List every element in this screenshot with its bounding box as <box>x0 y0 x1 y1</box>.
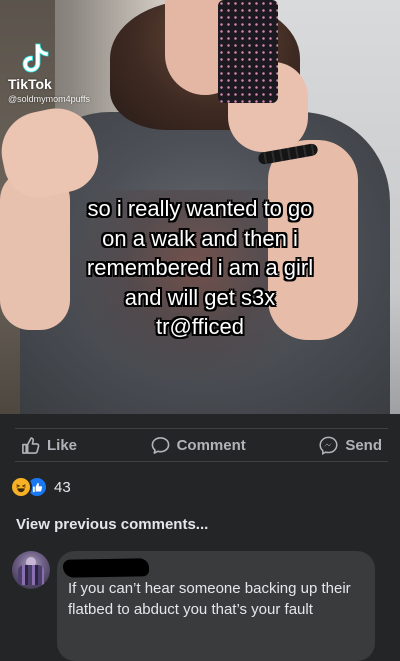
comment-bubble: If you can’t hear someone backing up the… <box>57 551 375 661</box>
tiktok-logo-icon <box>22 43 49 73</box>
tiktok-watermark: TikTok @soldmymom4puffs <box>8 42 118 112</box>
comment-button-label: Comment <box>176 436 246 454</box>
send-button-label: Send <box>345 436 382 454</box>
speech-bubble-icon <box>151 436 169 454</box>
send-button[interactable]: Send <box>313 436 388 455</box>
tiktok-brand-text: TikTok <box>8 76 52 92</box>
avatar[interactable] <box>12 551 50 589</box>
post-action-bar: Like Comment Send <box>15 428 388 462</box>
comment-text: If you can’t hear someone backing up the… <box>68 580 351 618</box>
like-button-label: Like <box>47 436 78 454</box>
avatar-figure <box>18 565 44 585</box>
redacted-author-name <box>62 558 150 578</box>
thumbs-up-icon <box>22 436 40 454</box>
messenger-icon <box>319 436 338 455</box>
view-previous-comments-link[interactable]: View previous comments... <box>16 516 208 533</box>
comment-button[interactable]: Comment <box>145 436 252 455</box>
photo-phone <box>218 0 278 103</box>
tiktok-username: @soldmymom4puffs <box>8 94 90 104</box>
reaction-count: 43 <box>54 478 71 496</box>
reaction-summary[interactable]: 43 <box>10 476 71 498</box>
like-button[interactable]: Like <box>15 436 83 455</box>
post-video-thumbnail[interactable]: TikTok @soldmymom4puffs so i really want… <box>0 0 400 414</box>
video-caption: so i really wanted to go on a walk and t… <box>86 196 314 339</box>
haha-icon <box>10 476 32 498</box>
